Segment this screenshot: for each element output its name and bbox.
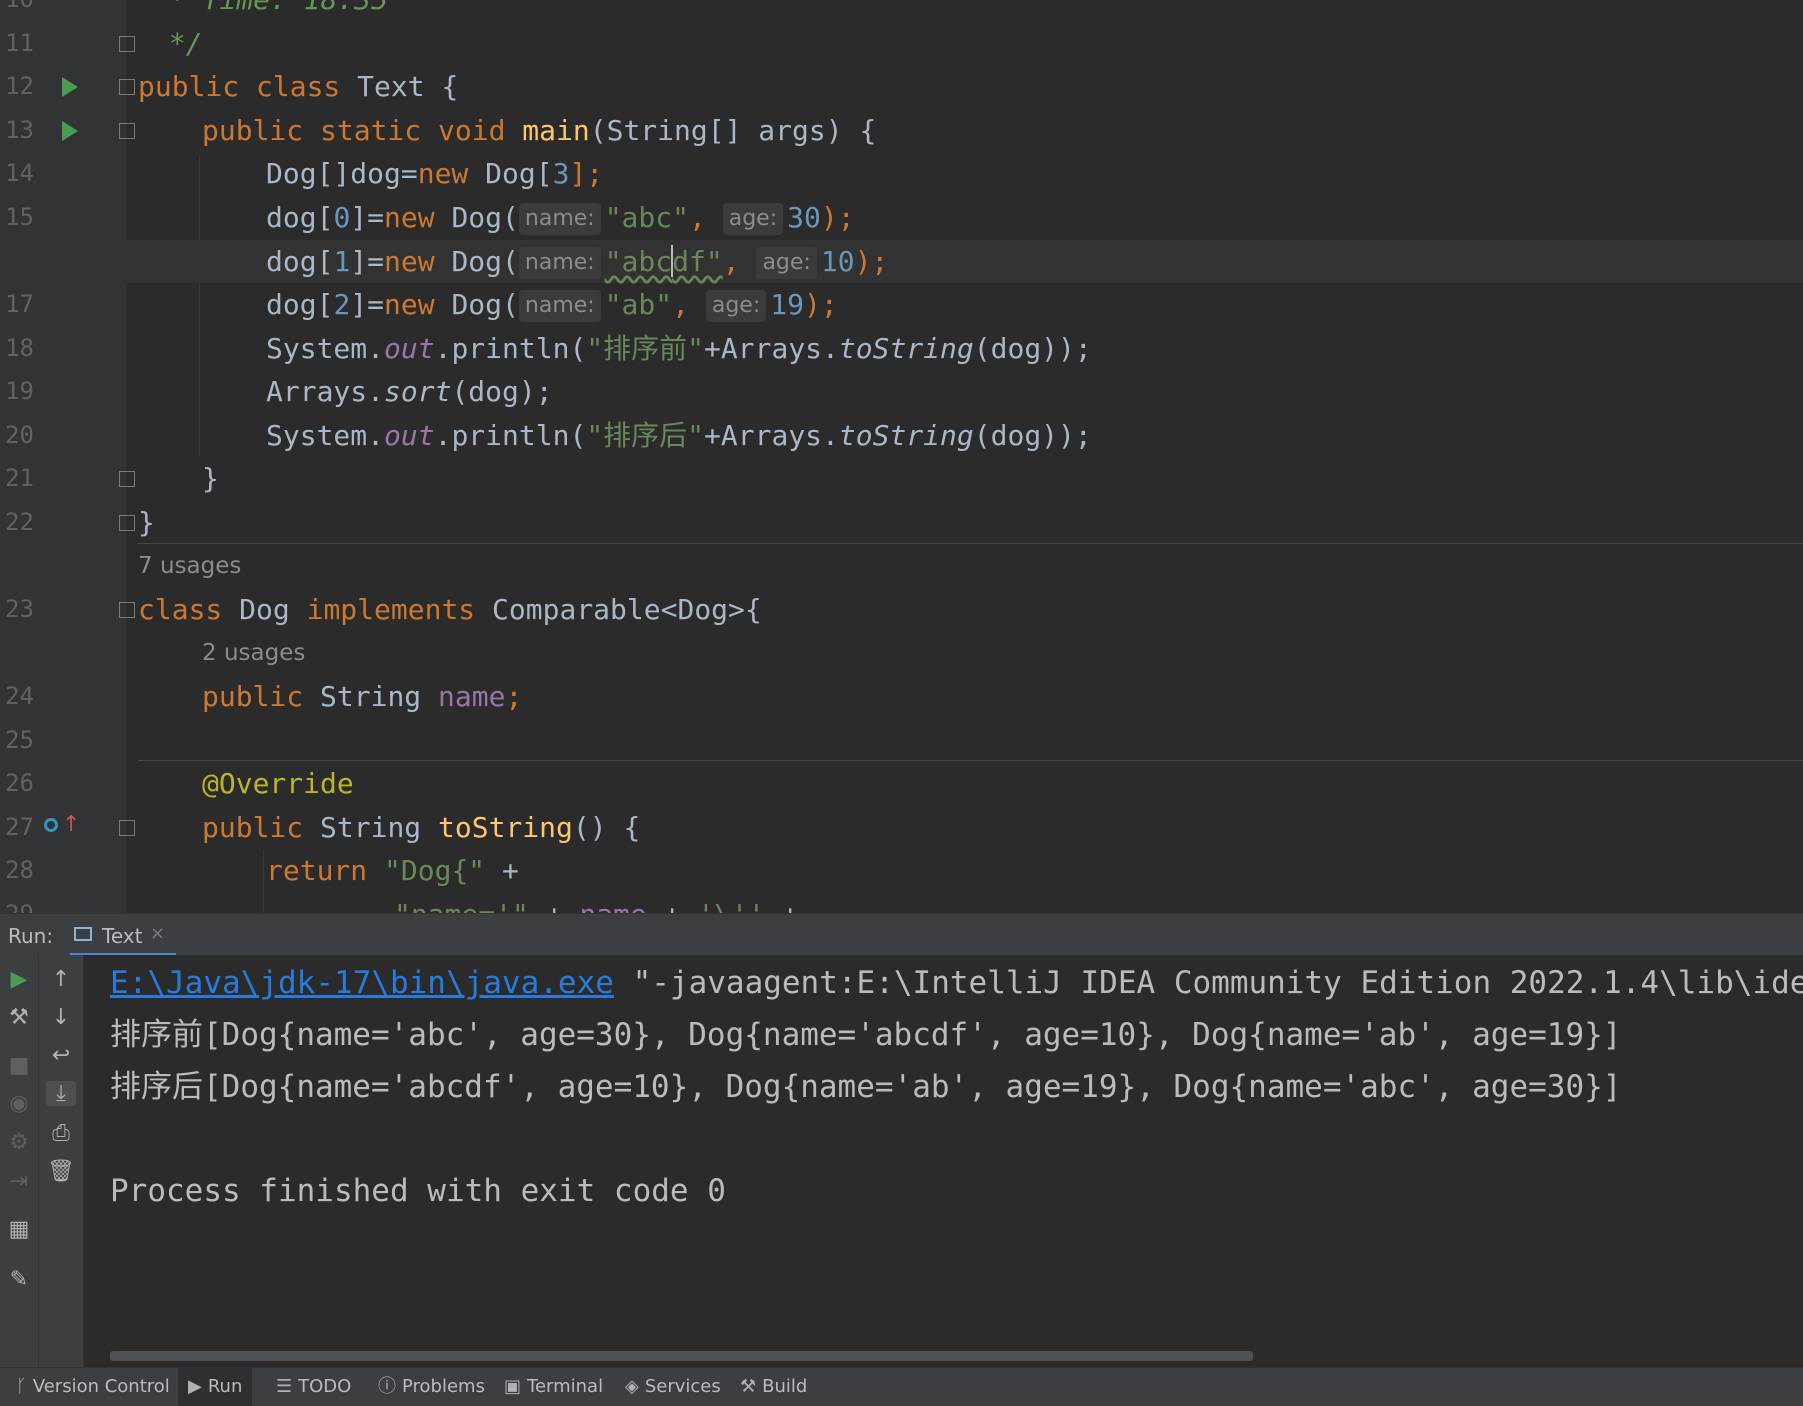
tab-run[interactable]: ▶ Run bbox=[178, 1368, 253, 1406]
stop-icon[interactable]: ■ bbox=[4, 1053, 34, 1078]
info-icon: ⓘ bbox=[378, 1376, 396, 1397]
branch-icon: ᚴ bbox=[16, 1376, 27, 1397]
trash-icon[interactable]: 🗑 bbox=[46, 1159, 76, 1184]
code-line: public String toString() { bbox=[202, 811, 641, 844]
up-arrow-icon[interactable]: ↑ bbox=[46, 967, 76, 992]
param-hint: name: bbox=[518, 247, 601, 279]
run-panel: ▶ ⚒ ■ ◉ ⚙ ⇥ ▦ ✎ ↑ ↓ ↩ ⤓ ⎙ 🗑 E:\Java\jdk-… bbox=[0, 955, 1803, 1367]
run-tool-window-header: Run: Text × bbox=[0, 913, 1803, 956]
code-editor[interactable]: 10 11 12 13 14 15 16 17 18 19 20 21 22 2… bbox=[0, 0, 1803, 913]
code-line: public static void main(String[] args) { bbox=[202, 114, 877, 147]
code-line: } bbox=[202, 462, 219, 495]
line-number: 25 bbox=[5, 726, 34, 754]
run-tab-label: Text bbox=[102, 924, 143, 948]
settings-icon[interactable]: ⚙ bbox=[4, 1130, 34, 1155]
console-line: 排序前[Dog{name='abc', age=30}, Dog{name='a… bbox=[110, 1017, 1622, 1053]
code-line: System.out.println("排序前"+Arrays.toString… bbox=[266, 332, 1092, 365]
tab-todo[interactable]: ☰ TODO bbox=[266, 1368, 361, 1406]
layout-icon[interactable]: ▦ bbox=[4, 1217, 34, 1242]
param-hint: age: bbox=[705, 290, 767, 322]
tab-build[interactable]: ⚒ Build bbox=[730, 1368, 817, 1406]
terminal-icon: ▣ bbox=[504, 1376, 522, 1397]
list-icon: ☰ bbox=[276, 1376, 293, 1397]
tool-window-bar: ᚴ Version Control ▶ Run ☰ TODO ⓘ Problems ▣ T… bbox=[0, 1367, 1803, 1406]
run-label: Run: bbox=[8, 924, 54, 948]
console-output[interactable]: E:\Java\jdk-17\bin\java.exe "-javaagent:… bbox=[110, 955, 1803, 1367]
code-line: dog[0]=new Dog(name: "abc", age: 30); bbox=[266, 201, 855, 235]
console-line: E:\Java\jdk-17\bin\java.exe "-javaagent:… bbox=[110, 965, 1803, 1001]
code-line: return "Dog{" + bbox=[266, 854, 519, 887]
code-line: Arrays.sort(dog); bbox=[266, 375, 553, 408]
services-icon: ◈ bbox=[625, 1376, 639, 1397]
tab-version-control[interactable]: ᚴ Version Control bbox=[6, 1368, 180, 1406]
exit-icon[interactable]: ⇥ bbox=[4, 1169, 34, 1194]
close-icon[interactable]: × bbox=[150, 923, 165, 944]
code-line: System.out.println("排序后"+Arrays.toString… bbox=[266, 419, 1092, 452]
play-icon: ▶ bbox=[188, 1376, 202, 1397]
code-line: * Time: 18:35 bbox=[0, 0, 1803, 21]
code-line: public class Text { bbox=[138, 70, 459, 103]
param-hint: age: bbox=[722, 203, 784, 235]
java-exe-link[interactable]: E:\Java\jdk-17\bin\java.exe bbox=[110, 965, 614, 1001]
soft-wrap-icon[interactable]: ↩ bbox=[46, 1043, 76, 1068]
camera-icon[interactable]: ◉ bbox=[4, 1091, 34, 1116]
rerun-icon[interactable]: ▶ bbox=[4, 967, 34, 992]
code-line: @Override bbox=[202, 767, 354, 800]
tab-terminal[interactable]: ▣ Terminal bbox=[494, 1368, 613, 1406]
down-arrow-icon[interactable]: ↓ bbox=[46, 1005, 76, 1030]
code-line: public String name; bbox=[202, 680, 523, 713]
usages-hint[interactable]: 2 usages bbox=[202, 632, 305, 675]
code-line: } bbox=[138, 506, 155, 539]
run-left-toolbar: ▶ ⚒ ■ ◉ ⚙ ⇥ ▦ ✎ bbox=[0, 955, 39, 1367]
console-line: Process finished with exit code 0 bbox=[110, 1173, 726, 1209]
usages-hint[interactable]: 7 usages bbox=[138, 545, 241, 588]
code-line-current: dog[1]=new Dog(name: "abcdf", age: 10); bbox=[0, 240, 1803, 283]
run-console-toolbar: ↑ ↓ ↩ ⤓ ⎙ 🗑 bbox=[39, 955, 84, 1367]
console-line: 排序后[Dog{name='abcdf', age=10}, Dog{name=… bbox=[110, 1069, 1622, 1105]
wrench-icon[interactable]: ⚒ bbox=[4, 1005, 34, 1030]
code-line: */ bbox=[152, 27, 203, 60]
pin-icon[interactable]: ✎ bbox=[4, 1267, 34, 1292]
horizontal-scrollbar[interactable] bbox=[110, 1351, 1253, 1361]
tab-services[interactable]: ◈ Services bbox=[615, 1368, 731, 1406]
code-line: Dog[]dog=new Dog[3]; bbox=[266, 157, 604, 190]
console-icon bbox=[74, 927, 92, 941]
code-line: dog[2]=new Dog(name: "ab", age: 19); bbox=[266, 288, 838, 322]
param-hint: age: bbox=[756, 247, 817, 279]
code-line: "name='" + name + '\'' + bbox=[0, 893, 1803, 913]
param-hint: name: bbox=[518, 203, 601, 235]
param-hint: name: bbox=[518, 290, 601, 322]
run-tab-text[interactable]: Text × bbox=[70, 914, 176, 956]
print-icon[interactable]: ⎙ bbox=[46, 1121, 76, 1146]
hammer-icon: ⚒ bbox=[740, 1376, 757, 1397]
scroll-to-end-icon[interactable]: ⤓ bbox=[46, 1081, 76, 1106]
tab-problems[interactable]: ⓘ Problems bbox=[368, 1368, 495, 1406]
code-line: class Dog implements Comparable<Dog>{ bbox=[138, 593, 762, 626]
method-separator bbox=[138, 760, 1803, 761]
